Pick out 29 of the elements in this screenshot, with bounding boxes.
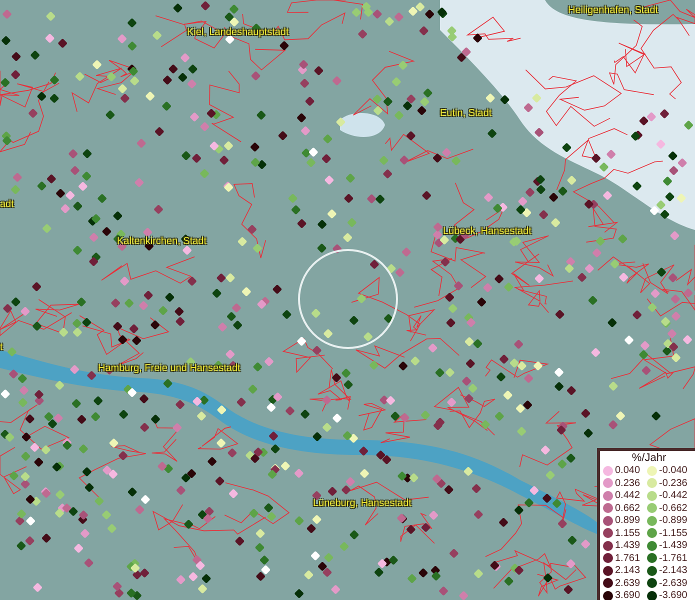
legend-value: -1.439 [659,540,688,551]
legend-value: 0.442 [615,490,642,501]
legend-value: 0.236 [615,478,642,488]
legend-value: 1.155 [615,528,642,538]
place-label: Heiligenhafen, Stadt [568,5,658,17]
legend-value: -0.662 [659,502,688,514]
legend-value: 0.899 [615,515,642,526]
legend-value: -0.040 [659,465,688,476]
legend-value: 3.690 [615,590,642,600]
legend-value: -1.761 [659,552,688,564]
place-label: t [0,342,3,354]
legend-title: %/Jahr [630,452,668,465]
lake-drawing [340,113,385,137]
legend-value: 0.662 [615,502,642,514]
legend-value: 2.639 [615,578,642,588]
legend-value: -2.639 [659,578,688,588]
legend-value: -2.143 [659,565,688,576]
legend-value: 1.761 [615,552,642,564]
legend-value: -1.155 [659,528,688,538]
place-label: adt [0,199,14,211]
legend-value: 2.143 [615,565,642,576]
place-label: Eutin, Stadt [440,108,492,120]
legend-value: -0.442 [659,490,688,501]
legend-value: 1.439 [615,540,642,551]
legend-value: 0.040 [615,465,642,476]
legend-value: -0.236 [659,478,688,488]
legend-value: -0.899 [659,515,688,526]
legend-value: -3.690 [659,590,688,600]
selection-circle[interactable] [298,249,398,349]
